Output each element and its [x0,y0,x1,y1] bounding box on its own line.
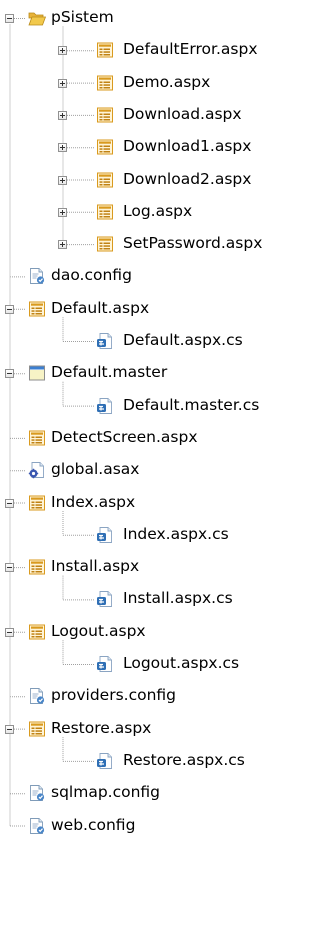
tree-node-label: SetPassword.aspx [123,234,263,253]
expand-toggle-icon[interactable] [58,175,67,185]
collapse-toggle-icon[interactable] [5,724,14,734]
tree-node-default-aspx[interactable]: Default.aspx [0,293,322,323]
aspx-page-icon [96,138,114,156]
collapse-toggle-icon[interactable] [5,627,14,637]
tree-node-label: Download2.aspx [123,169,252,188]
tree-node-label: Download1.aspx [123,137,252,156]
aspx-page-icon [28,300,46,318]
expand-toggle-icon[interactable] [58,143,67,153]
tree-node-restore-aspx-cs[interactable]: Restore.aspx.cs [0,745,322,775]
tree-node-psistem[interactable]: pSistem [0,2,322,32]
tree-node-label: Install.aspx.cs [123,589,233,608]
aspx-page-icon [28,429,46,447]
aspx-page-icon [28,623,46,641]
aspx-page-icon [96,171,114,189]
tree-node-label: Restore.aspx.cs [123,750,245,769]
tree-node-install-aspx-cs[interactable]: Install.aspx.cs [0,583,322,613]
tree-node-label: Install.aspx [51,557,140,576]
solution-explorer-tree: pSistem DefaultError.aspx Demo.aspx Downloa… [0,0,322,935]
expand-toggle-icon[interactable] [58,46,67,56]
tree-node-download1-aspx[interactable]: Download1.aspx [0,131,322,161]
config-file-icon [28,267,46,285]
tree-node-default-master-cs[interactable]: Default.master.cs [0,390,322,420]
config-file-icon [28,687,46,705]
tree-node-demo-aspx[interactable]: Demo.aspx [0,67,322,97]
tree-node-label: web.config [51,815,136,834]
tree-node-download-aspx[interactable]: Download.aspx [0,99,322,129]
csharp-file-icon [96,526,114,544]
tree-node-label: Index.aspx.cs [123,524,229,543]
tree-node-sqlmap-config[interactable]: sqlmap.config [0,777,322,807]
tree-node-label: Download.aspx [123,104,242,123]
folder-open-icon [28,9,47,27]
expand-toggle-icon[interactable] [58,78,67,88]
tree-node-label: Default.master [51,363,168,382]
aspx-page-icon [96,106,114,124]
aspx-page-icon [96,203,114,221]
tree-node-label: sqlmap.config [51,783,161,802]
tree-node-web-config[interactable]: web.config [0,810,322,840]
tree-node-label: providers.config [51,686,177,705]
aspx-page-icon [96,41,114,59]
tree-node-install-aspx[interactable]: Install.aspx [0,551,322,581]
tree-node-label: Default.aspx [51,298,150,317]
tree-node-dao-config[interactable]: dao.config [0,260,322,290]
tree-node-logout-aspx-cs[interactable]: Logout.aspx.cs [0,648,322,678]
collapse-toggle-icon[interactable] [5,498,14,508]
tree-node-label: Logout.aspx [51,621,146,640]
tree-node-label: Default.master.cs [123,395,260,414]
tree-node-logout-aspx[interactable]: Logout.aspx [0,616,322,646]
expand-toggle-icon[interactable] [58,240,67,250]
collapse-toggle-icon[interactable] [5,304,14,314]
tree-node-defaulterror-aspx[interactable]: DefaultError.aspx [0,34,322,64]
csharp-file-icon [96,397,114,415]
tree-node-label: DefaultError.aspx [123,40,258,59]
config-file-icon [28,784,46,802]
config-file-icon [28,817,46,835]
tree-node-label: dao.config [51,266,132,285]
tree-node-label: Logout.aspx.cs [123,654,240,672]
aspx-page-icon [96,74,114,92]
expand-toggle-icon[interactable] [58,207,67,217]
expand-toggle-icon[interactable] [58,110,67,120]
tree-node-providers-config[interactable]: providers.config [0,680,322,710]
tree-node-index-aspx[interactable]: Index.aspx [0,487,322,517]
collapse-toggle-icon[interactable] [5,563,14,573]
tree-node-label: global.asax [51,460,140,479]
aspx-page-icon [28,494,46,512]
tree-node-default-aspx-cs[interactable]: Default.aspx.cs [0,325,322,355]
tree-node-label: Index.aspx [51,492,136,511]
tree-node-label: Default.aspx.cs [123,331,243,349]
tree-node-setpassword-aspx[interactable]: SetPassword.aspx [0,228,322,258]
csharp-file-icon [96,590,114,608]
tree-node-label: Log.aspx [123,201,193,220]
tree-node-label: Demo.aspx [123,72,211,91]
tree-node-global-asax[interactable]: global.asax [0,454,322,484]
csharp-file-icon [96,752,114,770]
tree-node-detectscreen-aspx[interactable]: DetectScreen.aspx [0,422,322,452]
tree-node-restore-aspx[interactable]: Restore.aspx [0,713,322,743]
csharp-file-icon [96,655,114,673]
csharp-file-icon [96,332,114,350]
tree-node-label: DetectScreen.aspx [51,427,198,446]
tree-node-label: pSistem [51,8,114,26]
aspx-page-icon [96,235,114,253]
tree-node-default-master[interactable]: Default.master [0,357,322,387]
aspx-page-icon [28,558,46,576]
aspx-page-icon [28,720,46,738]
tree-node-download2-aspx[interactable]: Download2.aspx [0,164,322,194]
tree-node-label: Restore.aspx [51,718,152,737]
collapse-toggle-icon[interactable] [5,14,14,23]
collapse-toggle-icon[interactable] [5,369,14,379]
global-asax-icon [28,461,46,479]
master-page-icon [28,364,46,382]
tree-node-index-aspx-cs[interactable]: Index.aspx.cs [0,519,322,549]
tree-node-log-aspx[interactable]: Log.aspx [0,196,322,226]
